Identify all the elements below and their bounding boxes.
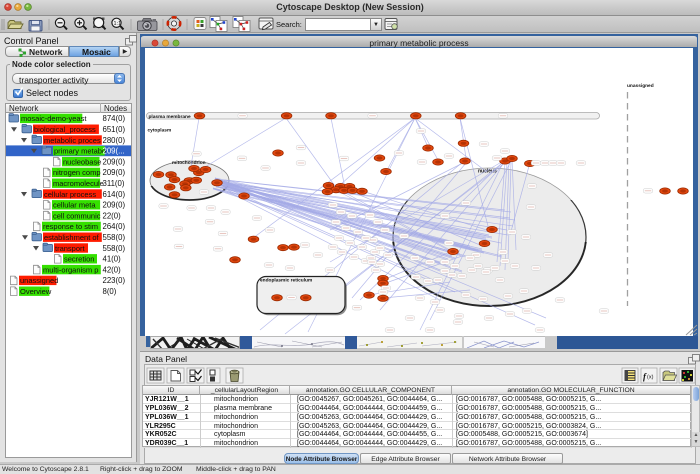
svg-text:nucleobase: nucleobase [63,157,101,166]
svg-text:209(0): 209(0) [103,168,126,177]
svg-text:metabolic proces: metabolic proces [44,136,101,145]
svg-text:endoplasmic reticulum: endoplasmic reticulum [260,278,312,284]
svg-text:secretion: secretion [64,255,94,264]
svg-text:874(0): 874(0) [103,114,126,123]
svg-text:614(0): 614(0) [103,190,126,199]
svg-text:209(...: 209(... [103,147,125,156]
svg-text:multi-organism p: multi-organism p [43,265,98,274]
svg-text:cytoplasm: cytoplasm [148,128,172,134]
svg-text:41(0): 41(0) [103,255,122,264]
svg-text:264(0): 264(0) [103,222,126,231]
svg-text:macromolecule: macromolecule [53,179,104,188]
svg-text:plasma membrane: plasma membrane [149,114,191,120]
svg-text:(x): (x) [647,375,654,381]
svg-text:primary metabo: primary metabo [54,147,106,156]
svg-text:209(0): 209(0) [103,201,126,210]
svg-text:mitochondrion: mitochondrion [172,160,206,166]
svg-text:biological_process: biological_process [34,125,96,134]
svg-text:42(0): 42(0) [103,265,122,274]
svg-text:558(0): 558(0) [103,233,126,242]
svg-text:mosaic-demo-yeast: mosaic-demo-yeast [21,114,87,123]
svg-text:22(0): 22(0) [103,211,122,220]
svg-text:unassigned: unassigned [627,83,654,89]
svg-text:transport: transport [55,244,86,253]
svg-text:651(0): 651(0) [103,125,126,134]
svg-text:209(0): 209(0) [103,157,126,166]
svg-text:311(0): 311(0) [103,179,125,188]
svg-text:280(0): 280(0) [103,136,126,145]
svg-text:558(0): 558(0) [103,244,126,253]
svg-text:Overview: Overview [20,287,52,296]
svg-text:nitrogen comp: nitrogen comp [53,168,101,177]
svg-text:cellular process: cellular process [44,190,96,199]
svg-text:cell communic: cell communic [53,211,101,220]
svg-text:establishment of: establishment of [44,233,100,242]
svg-text:8(0): 8(0) [103,287,117,296]
svg-text:cellular meta: cellular meta [53,201,96,210]
svg-text:unassigned: unassigned [20,276,58,285]
svg-text:response to stim: response to stim [43,222,98,231]
svg-text:223(0): 223(0) [103,276,126,285]
